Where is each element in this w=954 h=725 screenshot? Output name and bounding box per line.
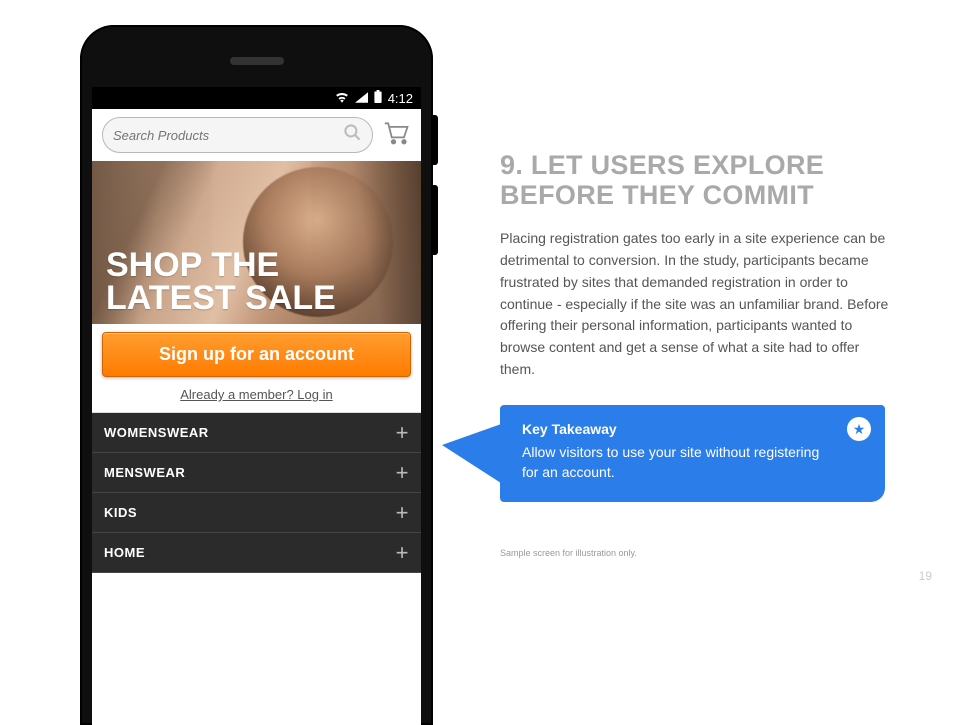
status-bar: 4:12 <box>92 87 421 109</box>
category-list: WOMENSWEAR + MENSWEAR + KIDS + HOME + <box>92 413 421 573</box>
callout-body: Allow visitors to use your site without … <box>522 443 829 482</box>
plus-icon: + <box>396 506 409 520</box>
callout-title: Key Takeaway <box>522 421 829 437</box>
category-item-menswear[interactable]: MENSWEAR + <box>92 453 421 493</box>
page-heading: 9. LET USERS EXPLORE BEFORE THEY COMMIT <box>500 150 904 210</box>
category-label: HOME <box>104 545 145 560</box>
plus-icon: + <box>396 466 409 480</box>
status-time: 4:12 <box>388 91 413 106</box>
category-item-home[interactable]: HOME + <box>92 533 421 573</box>
hero-banner[interactable]: SHOP THE LATEST SALE <box>92 161 421 324</box>
signal-icon <box>355 91 368 106</box>
signup-button[interactable]: Sign up for an account <box>102 332 411 377</box>
cart-icon[interactable] <box>383 121 411 150</box>
body-text: Placing registration gates too early in … <box>500 228 895 380</box>
cta-area: Sign up for an account Already a member?… <box>92 324 421 413</box>
category-label: MENSWEAR <box>104 465 185 480</box>
plus-icon: + <box>396 546 409 560</box>
wifi-icon <box>335 91 349 106</box>
category-label: WOMENSWEAR <box>104 425 209 440</box>
page-number: 19 <box>919 569 932 583</box>
login-link[interactable]: Already a member? Log in <box>102 387 411 402</box>
battery-icon <box>374 90 382 106</box>
category-item-womenswear[interactable]: WOMENSWEAR + <box>92 413 421 453</box>
category-label: KIDS <box>104 505 137 520</box>
star-icon: ★ <box>847 417 871 441</box>
search-row <box>92 109 421 161</box>
phone-device: 4:12 SHOP THE <box>80 25 433 725</box>
hero-line-2: LATEST SALE <box>106 279 336 317</box>
footnote: Sample screen for illustration only. <box>500 548 904 558</box>
callout: ★ Key Takeaway Allow visitors to use you… <box>500 405 904 502</box>
category-item-kids[interactable]: KIDS + <box>92 493 421 533</box>
power-button <box>433 115 438 165</box>
search-box[interactable] <box>102 117 373 153</box>
plus-icon: + <box>396 426 409 440</box>
callout-pointer <box>442 423 504 485</box>
hero-text: SHOP THE LATEST SALE <box>106 249 336 314</box>
volume-button <box>433 185 438 255</box>
search-icon[interactable] <box>343 123 362 147</box>
phone-screen: 4:12 SHOP THE <box>92 87 421 725</box>
search-input[interactable] <box>113 128 343 143</box>
